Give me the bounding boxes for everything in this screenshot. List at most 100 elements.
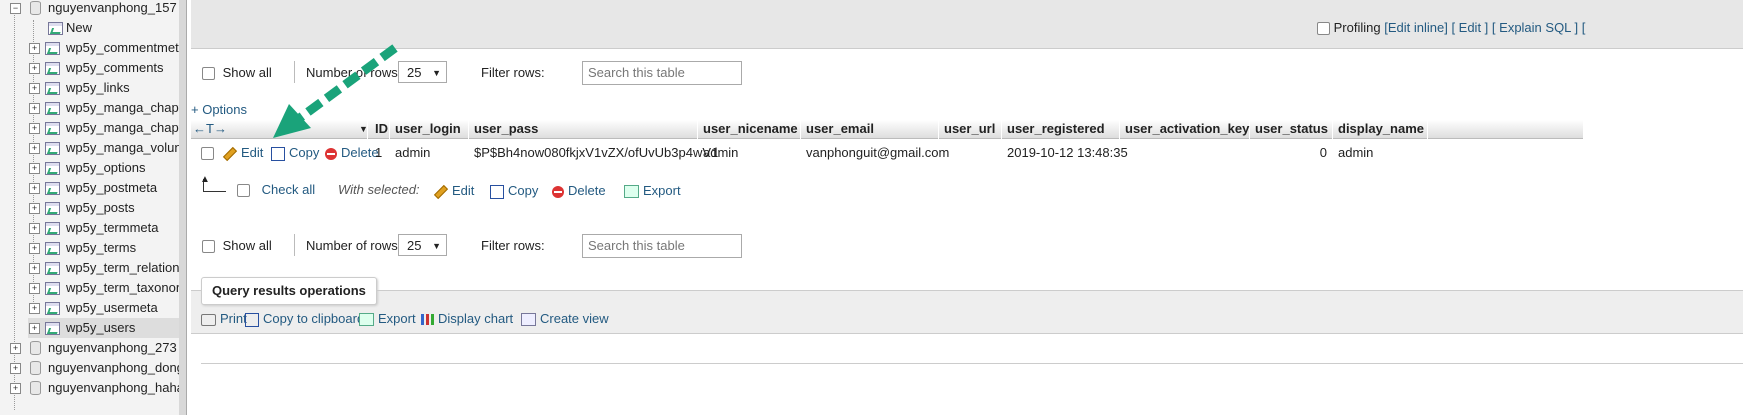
column-resize-arrows[interactable]: ←T→ <box>193 120 227 138</box>
sidebar-item[interactable]: + nguyenvanphong_273 <box>0 338 179 358</box>
expand-icon[interactable]: + <box>29 63 40 74</box>
filter-rows-input[interactable]: Search this table <box>582 61 742 85</box>
create-view-link[interactable]: Create view <box>521 309 609 329</box>
sidebar-item[interactable]: + wp5y_manga_chapt <box>0 118 183 138</box>
sidebar-item-label: wp5y_manga_chapt <box>66 120 183 135</box>
expand-icon[interactable]: + <box>29 163 40 174</box>
cell-user-pass[interactable]: $P$Bh4now080fkjxV1vZX/ofUvUb3p4wV1 <box>474 143 718 163</box>
expand-icon[interactable]: + <box>29 263 40 274</box>
cell-user-email[interactable]: vanphonguit@gmail.com <box>806 143 949 163</box>
bulk-edit-button[interactable]: Edit <box>433 181 474 201</box>
copy-to-clipboard-link[interactable]: Copy to clipboard <box>245 309 364 329</box>
edit-inline-link[interactable]: [Edit inline] <box>1384 20 1448 35</box>
sidebar-item[interactable]: + wp5y_terms <box>0 238 179 258</box>
table-icon <box>45 282 60 295</box>
export-icon <box>359 313 374 327</box>
expand-icon[interactable]: + <box>29 323 40 334</box>
expand-icon[interactable]: + <box>29 103 40 114</box>
sidebar-item[interactable]: + wp5y_term_taxonor <box>0 278 180 298</box>
collapse-icon[interactable]: − <box>10 3 21 14</box>
sidebar-scrollbar[interactable] <box>179 0 186 415</box>
sidebar-item[interactable]: + wp5y_manga_volun <box>0 138 182 158</box>
filter-rows-input-bottom[interactable]: Search this table <box>582 234 742 258</box>
expand-icon[interactable]: + <box>29 143 40 154</box>
main-panel: Profiling [Edit inline] [ Edit ] [ Expla… <box>187 0 1743 415</box>
sidebar-item[interactable]: + wp5y_commentmet <box>0 38 179 58</box>
sidebar-item[interactable]: New <box>0 18 179 38</box>
sidebar-item-label: wp5y_termmeta <box>66 220 159 235</box>
sidebar-item[interactable]: + wp5y_termmeta <box>0 218 179 238</box>
bulk-delete-label: Delete <box>568 183 606 198</box>
check-all-label[interactable]: Check all <box>262 182 315 197</box>
expand-icon[interactable]: + <box>10 363 21 374</box>
export-link[interactable]: Export <box>359 309 416 329</box>
profiling-checkbox[interactable] <box>1317 22 1330 36</box>
show-all-checkbox[interactable] <box>202 67 215 81</box>
column-header-display-name[interactable]: display_name <box>1338 120 1424 138</box>
expand-icon[interactable]: + <box>29 283 40 294</box>
sidebar-item[interactable]: + nguyenvanphong_haha <box>0 378 184 398</box>
sidebar-item[interactable]: + wp5y_posts <box>0 198 179 218</box>
sidebar-item[interactable]: − nguyenvanphong_157 <box>0 0 179 18</box>
column-header-user-pass[interactable]: user_pass <box>474 120 538 138</box>
expand-icon[interactable]: + <box>29 83 40 94</box>
sidebar-item[interactable]: + wp5y_postmeta <box>0 178 179 198</box>
create-view-label: Create view <box>540 311 609 326</box>
cell-user-login[interactable]: admin <box>395 143 430 163</box>
pencil-icon <box>222 146 238 161</box>
expand-icon[interactable]: + <box>29 183 40 194</box>
column-header-user-registered[interactable]: user_registered <box>1007 120 1105 138</box>
expand-icon[interactable]: + <box>10 383 21 394</box>
sidebar-item[interactable]: + wp5y_options <box>0 158 179 178</box>
table-icon <box>45 182 60 195</box>
column-separator <box>1332 120 1333 160</box>
navigation-sidebar: − nguyenvanphong_157 New + wp5y_commentmet + w… <box>0 0 187 415</box>
expand-icon[interactable]: + <box>29 223 40 234</box>
expand-icon[interactable]: + <box>29 303 40 314</box>
column-header-user-url[interactable]: user_url <box>944 120 995 138</box>
show-all-checkbox-bottom[interactable] <box>202 240 215 254</box>
sidebar-item[interactable]: + nguyenvanphong_dong <box>0 358 184 378</box>
expand-icon[interactable]: + <box>29 123 40 134</box>
number-of-rows-select-bottom[interactable]: 25 ▼ <box>398 234 447 256</box>
row-edit-action[interactable]: Edit <box>222 143 263 163</box>
row-delete-action[interactable]: Delete <box>325 143 379 163</box>
bulk-copy-button[interactable]: Copy <box>490 181 538 201</box>
expand-icon[interactable]: + <box>29 43 40 54</box>
cell-id[interactable]: 1 <box>375 143 382 163</box>
sidebar-item[interactable]: + wp5y_manga_chapt <box>0 98 182 118</box>
options-link[interactable]: + Options <box>191 99 247 121</box>
bulk-delete-button[interactable]: Delete <box>552 181 606 201</box>
sidebar-item-label: wp5y_commentmet <box>66 40 179 55</box>
copy-icon <box>271 146 285 161</box>
sidebar-item[interactable]: + wp5y_usermeta <box>0 298 179 318</box>
sidebar-item[interactable]: + wp5y_comments <box>0 58 179 78</box>
cell-display-name[interactable]: admin <box>1338 143 1373 163</box>
explain-sql-link[interactable]: [ Explain SQL ] <box>1492 20 1578 35</box>
show-all-label: Show all <box>222 65 272 80</box>
expand-icon[interactable]: + <box>29 243 40 254</box>
display-chart-link[interactable]: Display chart <box>421 309 513 329</box>
column-header-user-nicename[interactable]: user_nicename <box>703 120 798 138</box>
database-icon <box>30 381 41 395</box>
sidebar-item[interactable]: + wp5y_users <box>28 318 179 338</box>
column-header-user-email[interactable]: user_email <box>806 120 874 138</box>
row-copy-action[interactable]: Copy <box>271 143 319 163</box>
cell-user-registered[interactable]: 2019-10-12 13:48:35 <box>1007 143 1128 163</box>
table-icon <box>45 162 60 175</box>
more-link[interactable]: [ <box>1582 20 1586 35</box>
column-header-user-activation-key[interactable]: user_activation_key <box>1125 120 1249 138</box>
check-all-control[interactable]: Check all <box>237 179 315 201</box>
check-all-checkbox[interactable] <box>237 184 250 198</box>
cell-user-nicename[interactable]: admin <box>703 143 738 163</box>
sidebar-item[interactable]: + wp5y_links <box>0 78 179 98</box>
sidebar-item[interactable]: + wp5y_term_relation <box>0 258 179 278</box>
cell-user-status[interactable]: 0 <box>1297 143 1327 163</box>
bulk-export-button[interactable]: Export <box>624 181 681 201</box>
row-checkbox[interactable] <box>201 147 214 161</box>
expand-icon[interactable]: + <box>29 203 40 214</box>
print-link[interactable]: Print <box>201 309 247 329</box>
column-header-user-status[interactable]: user_status <box>1255 120 1328 138</box>
edit-query-link[interactable]: [ Edit ] <box>1451 20 1488 35</box>
expand-icon[interactable]: + <box>10 343 21 354</box>
